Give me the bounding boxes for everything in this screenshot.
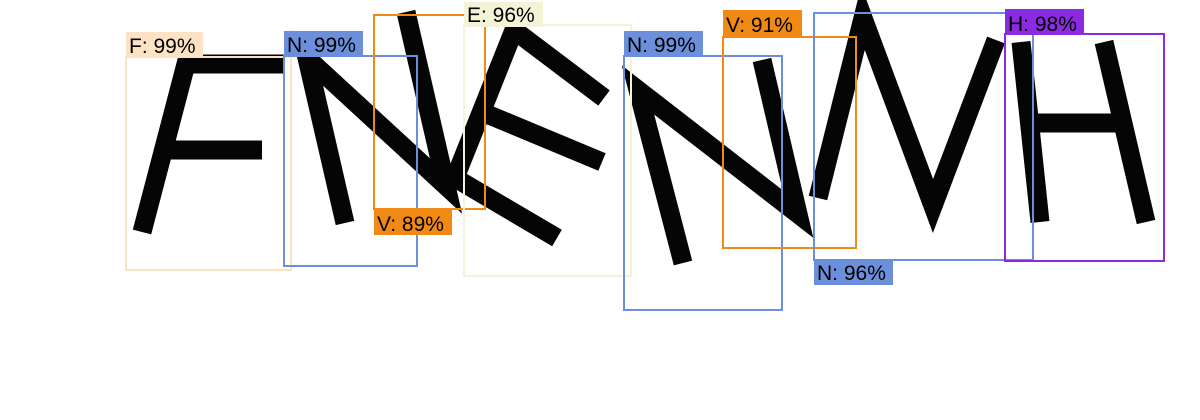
detection-label: H: 98%: [1008, 13, 1077, 36]
detection-label: V: 91%: [726, 14, 793, 37]
detection-label: E: 96%: [467, 4, 535, 27]
detection-label: N: 99%: [287, 34, 356, 57]
detection-scene: F: 99% N: 99% V: 89% E: 96% N: 99% V: 91…: [0, 0, 1200, 420]
detection-label: N: 96%: [817, 262, 886, 285]
detection-label: V: 89%: [377, 213, 444, 236]
detection-label: F: 99%: [129, 35, 196, 58]
detection-label: N: 99%: [627, 34, 696, 57]
